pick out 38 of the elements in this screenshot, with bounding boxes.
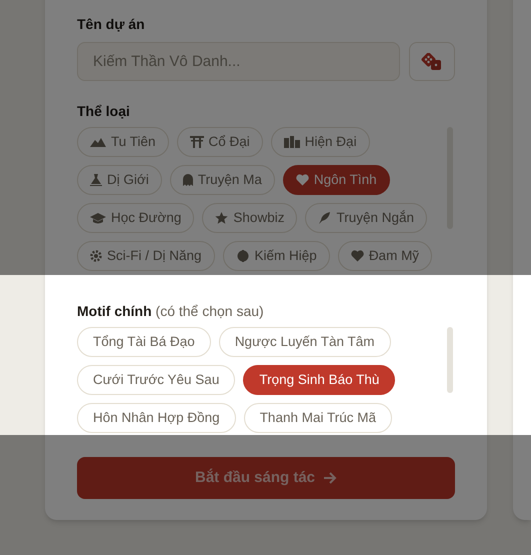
- tag-chip[interactable]: Trọng Sinh Báo Thù: [243, 365, 396, 395]
- section-label: Thể loại: [77, 102, 131, 121]
- random-button[interactable]: [409, 42, 455, 81]
- tag-chip[interactable]: Ngược Luyến Tàn Tâm: [218, 327, 391, 357]
- tag-chip[interactable]: Cổ Đại: [176, 127, 263, 157]
- buildings-icon: [284, 136, 300, 148]
- tag-chip[interactable]: Thanh Mai Trúc Mã: [244, 403, 392, 433]
- graduation-cap-icon: [90, 212, 106, 224]
- tag-chip[interactable]: Đam Mỹ: [338, 241, 432, 271]
- dice-icon: [421, 52, 443, 70]
- tag-chip[interactable]: Cưới Trước Yêu Sau: [77, 365, 236, 395]
- start-button[interactable]: Bắt đầu sáng tác: [77, 457, 455, 499]
- gear-icon: [90, 250, 102, 262]
- project-name-field[interactable]: Kiếm Thần Vô Danh...: [77, 42, 400, 81]
- tag-chip[interactable]: Tổng Tài Bá Đạo: [77, 327, 211, 357]
- tag-chip[interactable]: Truyện Ngắn: [305, 203, 427, 233]
- scrollbar[interactable]: [447, 327, 453, 393]
- tag-chip[interactable]: Học Đường: [77, 203, 194, 233]
- gate-icon: [190, 136, 204, 148]
- tag-chip[interactable]: Dị Giới: [77, 165, 162, 195]
- tag-chip[interactable]: Kiếm Hiệp: [222, 241, 330, 271]
- tag-chip[interactable]: Hiện Đại: [270, 127, 370, 157]
- tag-chip[interactable]: Ngôn Tình: [282, 165, 390, 195]
- heart-icon: [296, 174, 309, 186]
- tag-chip[interactable]: Hôn Nhân Hợp Đồng: [77, 403, 236, 433]
- mountain-icon: [90, 136, 106, 148]
- arrow-right-icon: [323, 472, 338, 484]
- tag-chip[interactable]: Sci-Fi / Dị Năng: [77, 241, 215, 271]
- ghost-icon: [182, 174, 193, 186]
- field-label: Tên dự án: [77, 15, 146, 34]
- feather-icon: [318, 212, 332, 224]
- tag-chip[interactable]: Showbiz: [202, 203, 298, 233]
- heart-icon: [350, 250, 364, 262]
- section-label: Motif chính (có thể chọn sau): [77, 302, 265, 321]
- tag-chip[interactable]: Tu Tiên: [77, 127, 169, 157]
- tag-chip[interactable]: Truyện Ma: [170, 165, 275, 195]
- flask-icon: [90, 174, 102, 186]
- star-icon: [215, 212, 228, 224]
